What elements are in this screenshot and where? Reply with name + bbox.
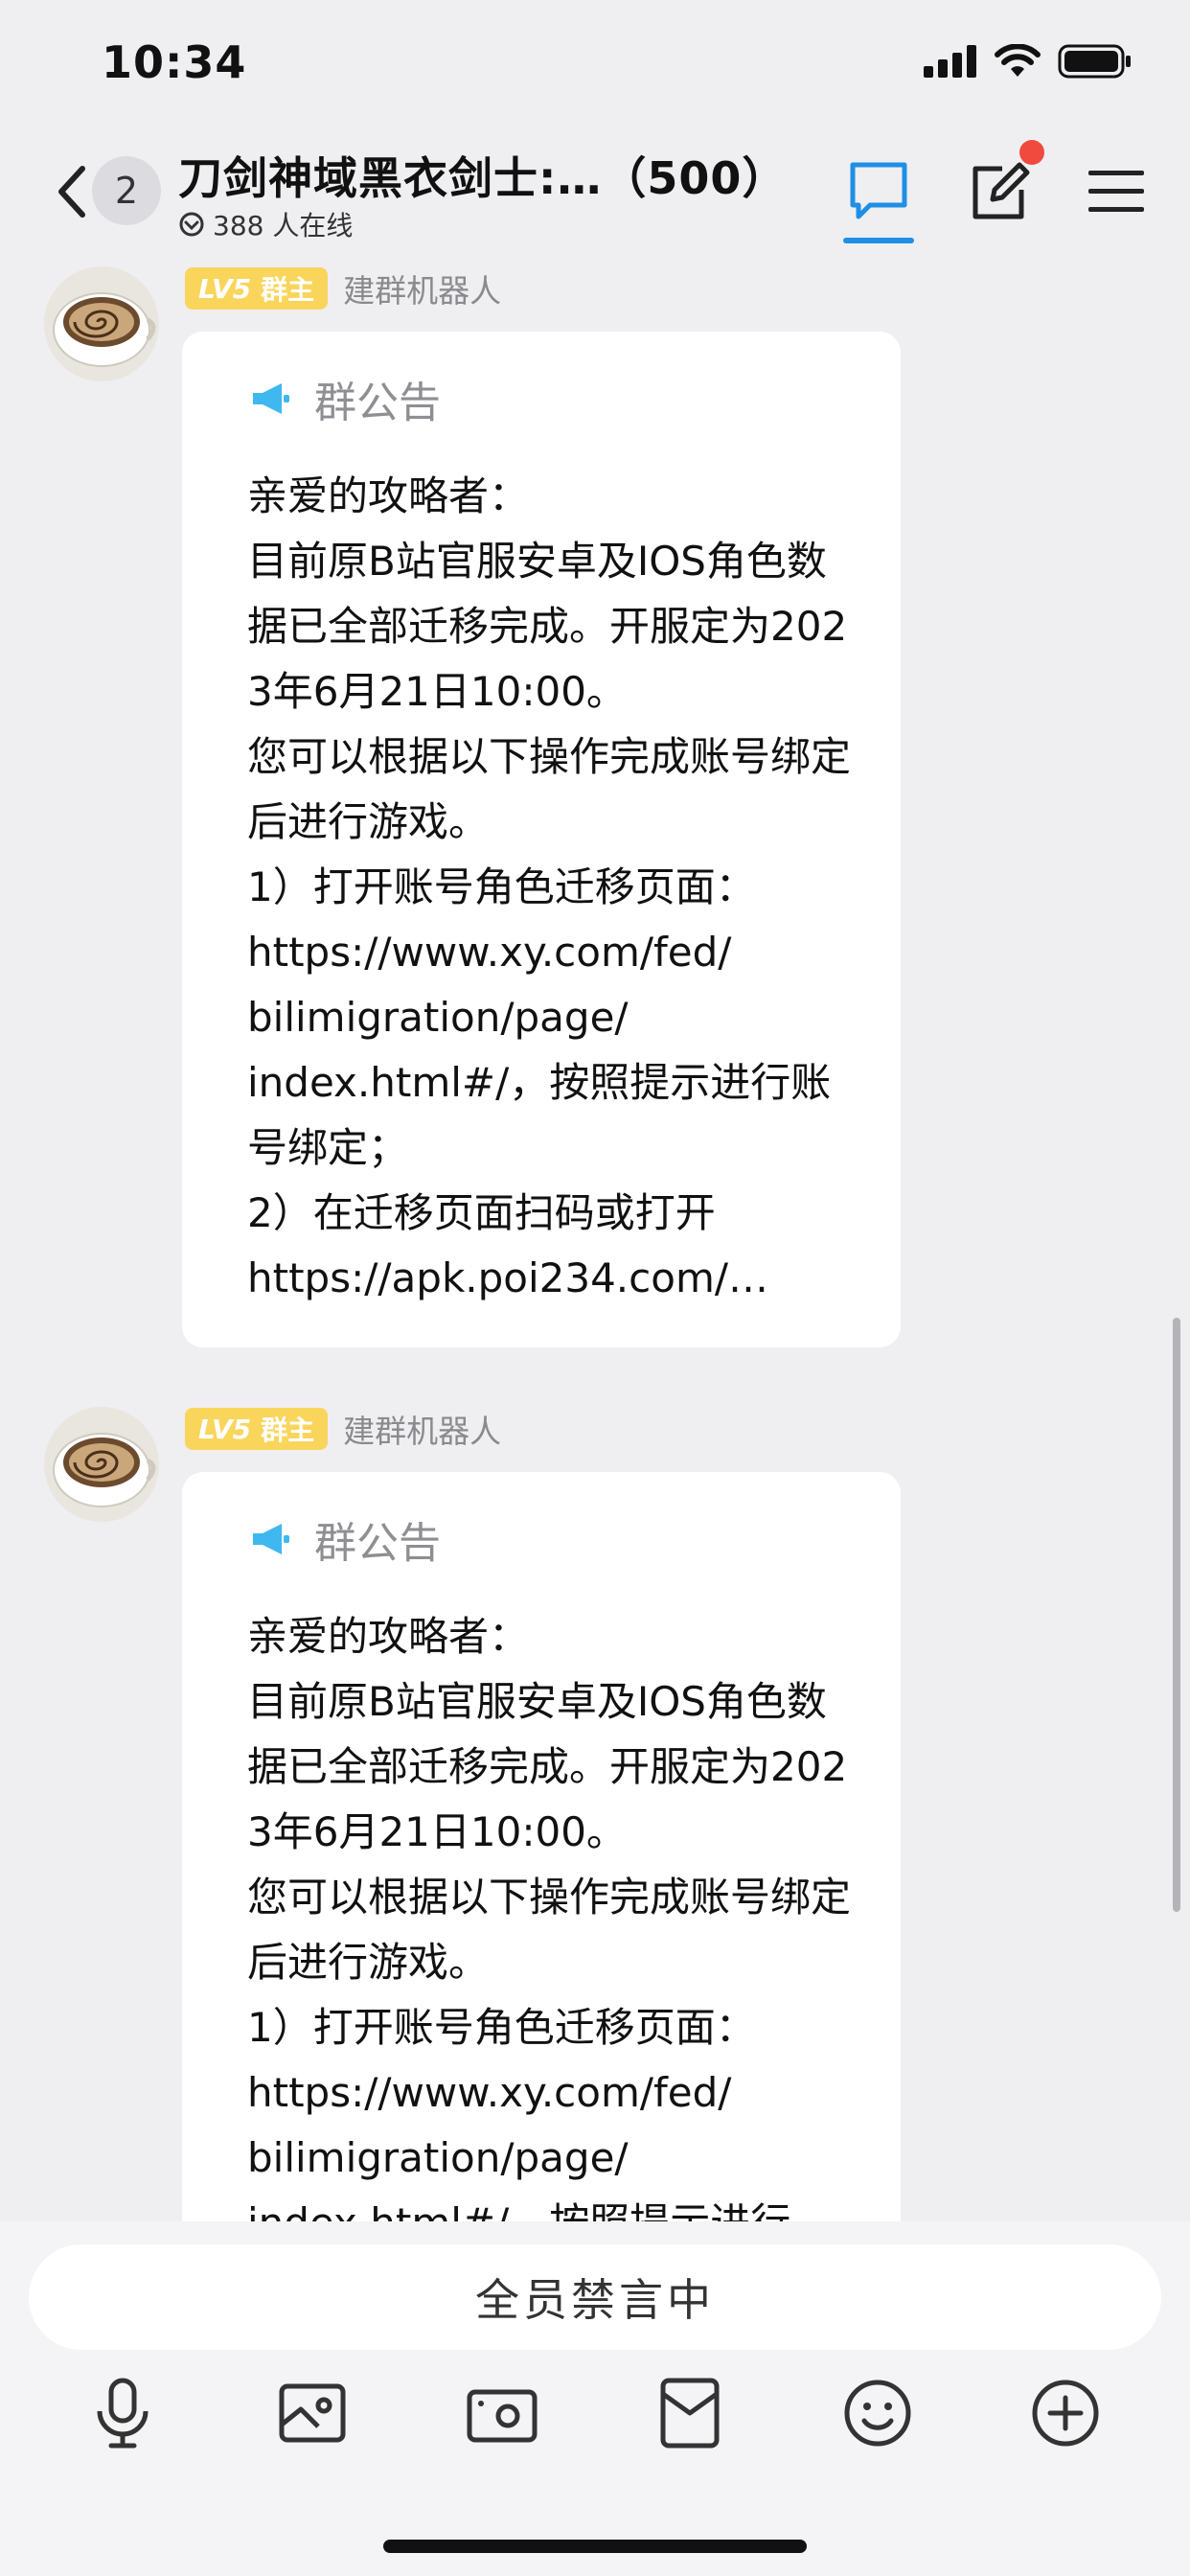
- notice-body: 亲爱的攻略者： 目前原B站官服安卓及IOS角色数据已全部迁移完成。开服定为202…: [247, 472, 852, 1301]
- back-chevron-icon[interactable]: [52, 163, 90, 220]
- camera-icon[interactable]: [464, 2375, 540, 2451]
- group-title[interactable]: 刀剑神域黑衣剑士:…（500）: [178, 144, 787, 207]
- level-badge: LV5 群主: [185, 267, 329, 310]
- notification-dot: [1019, 140, 1044, 165]
- scrollbar[interactable]: [1173, 1318, 1180, 1912]
- status-time: 10:34: [102, 36, 247, 88]
- input-area: 全员禁言中: [0, 2221, 1190, 2576]
- emoji-icon[interactable]: [839, 2375, 916, 2451]
- role-label: 群主: [261, 274, 315, 306]
- avatar[interactable]: [44, 1407, 159, 1522]
- megaphone-icon: [253, 1524, 289, 1554]
- sender-row: LV5 群主 建群机器人: [185, 266, 501, 310]
- status-icons: [924, 44, 1133, 79]
- sender-name[interactable]: 建群机器人: [343, 265, 501, 311]
- avatar[interactable]: [44, 266, 159, 381]
- online-count: 388 人在线: [213, 210, 354, 242]
- notice-header: 群公告: [249, 368, 441, 429]
- group-notice-card[interactable]: 群公告 亲爱的攻略者： 目前原B站官服安卓及IOS角色数据已全部迁移完成。开服定…: [182, 332, 901, 1347]
- notice-title: 群公告: [314, 1519, 441, 1568]
- role-label: 群主: [261, 1414, 315, 1446]
- wifi-icon: [995, 44, 1041, 77]
- notice-title: 群公告: [314, 379, 441, 427]
- home-indicator[interactable]: [383, 2540, 807, 2553]
- unread-count-badge[interactable]: 2: [92, 156, 161, 225]
- microphone-icon[interactable]: [84, 2375, 161, 2451]
- input-toolbar: [0, 2375, 1190, 2480]
- battery-icon: [1058, 44, 1131, 79]
- menu-icon[interactable]: [1083, 157, 1150, 224]
- notice-header: 群公告: [249, 1508, 441, 1570]
- chat-tab-indicator: [843, 238, 914, 243]
- plus-icon[interactable]: [1027, 2375, 1104, 2451]
- megaphone-icon: [253, 383, 289, 414]
- edit-icon[interactable]: [966, 157, 1033, 224]
- sender-row: LV5 群主 建群机器人: [185, 1407, 501, 1451]
- red-packet-icon[interactable]: [652, 2375, 728, 2451]
- chat-header: 2 刀剑神域黑衣剑士:…（500） 388 人在线: [0, 134, 1190, 254]
- status-bar: 10:34: [0, 0, 1190, 134]
- group-notice-card[interactable]: 群公告 亲爱的攻略者： 目前原B站官服安卓及IOS角色数据已全部迁移完成。开服定…: [182, 1472, 901, 2239]
- muted-input-bar: 全员禁言中: [29, 2244, 1161, 2350]
- chat-icon[interactable]: [845, 157, 912, 224]
- online-indicator-icon: [179, 212, 204, 237]
- image-icon[interactable]: [274, 2375, 351, 2451]
- level-label: LV5: [198, 1413, 252, 1445]
- notice-body: 亲爱的攻略者： 目前原B站官服安卓及IOS角色数据已全部迁移完成。开服定为202…: [247, 1613, 852, 2239]
- level-badge: LV5 群主: [185, 1408, 329, 1450]
- online-status: 388 人在线: [178, 205, 353, 243]
- signal-icon: [924, 45, 976, 78]
- level-label: LV5: [198, 272, 252, 305]
- sender-name[interactable]: 建群机器人: [343, 1406, 501, 1452]
